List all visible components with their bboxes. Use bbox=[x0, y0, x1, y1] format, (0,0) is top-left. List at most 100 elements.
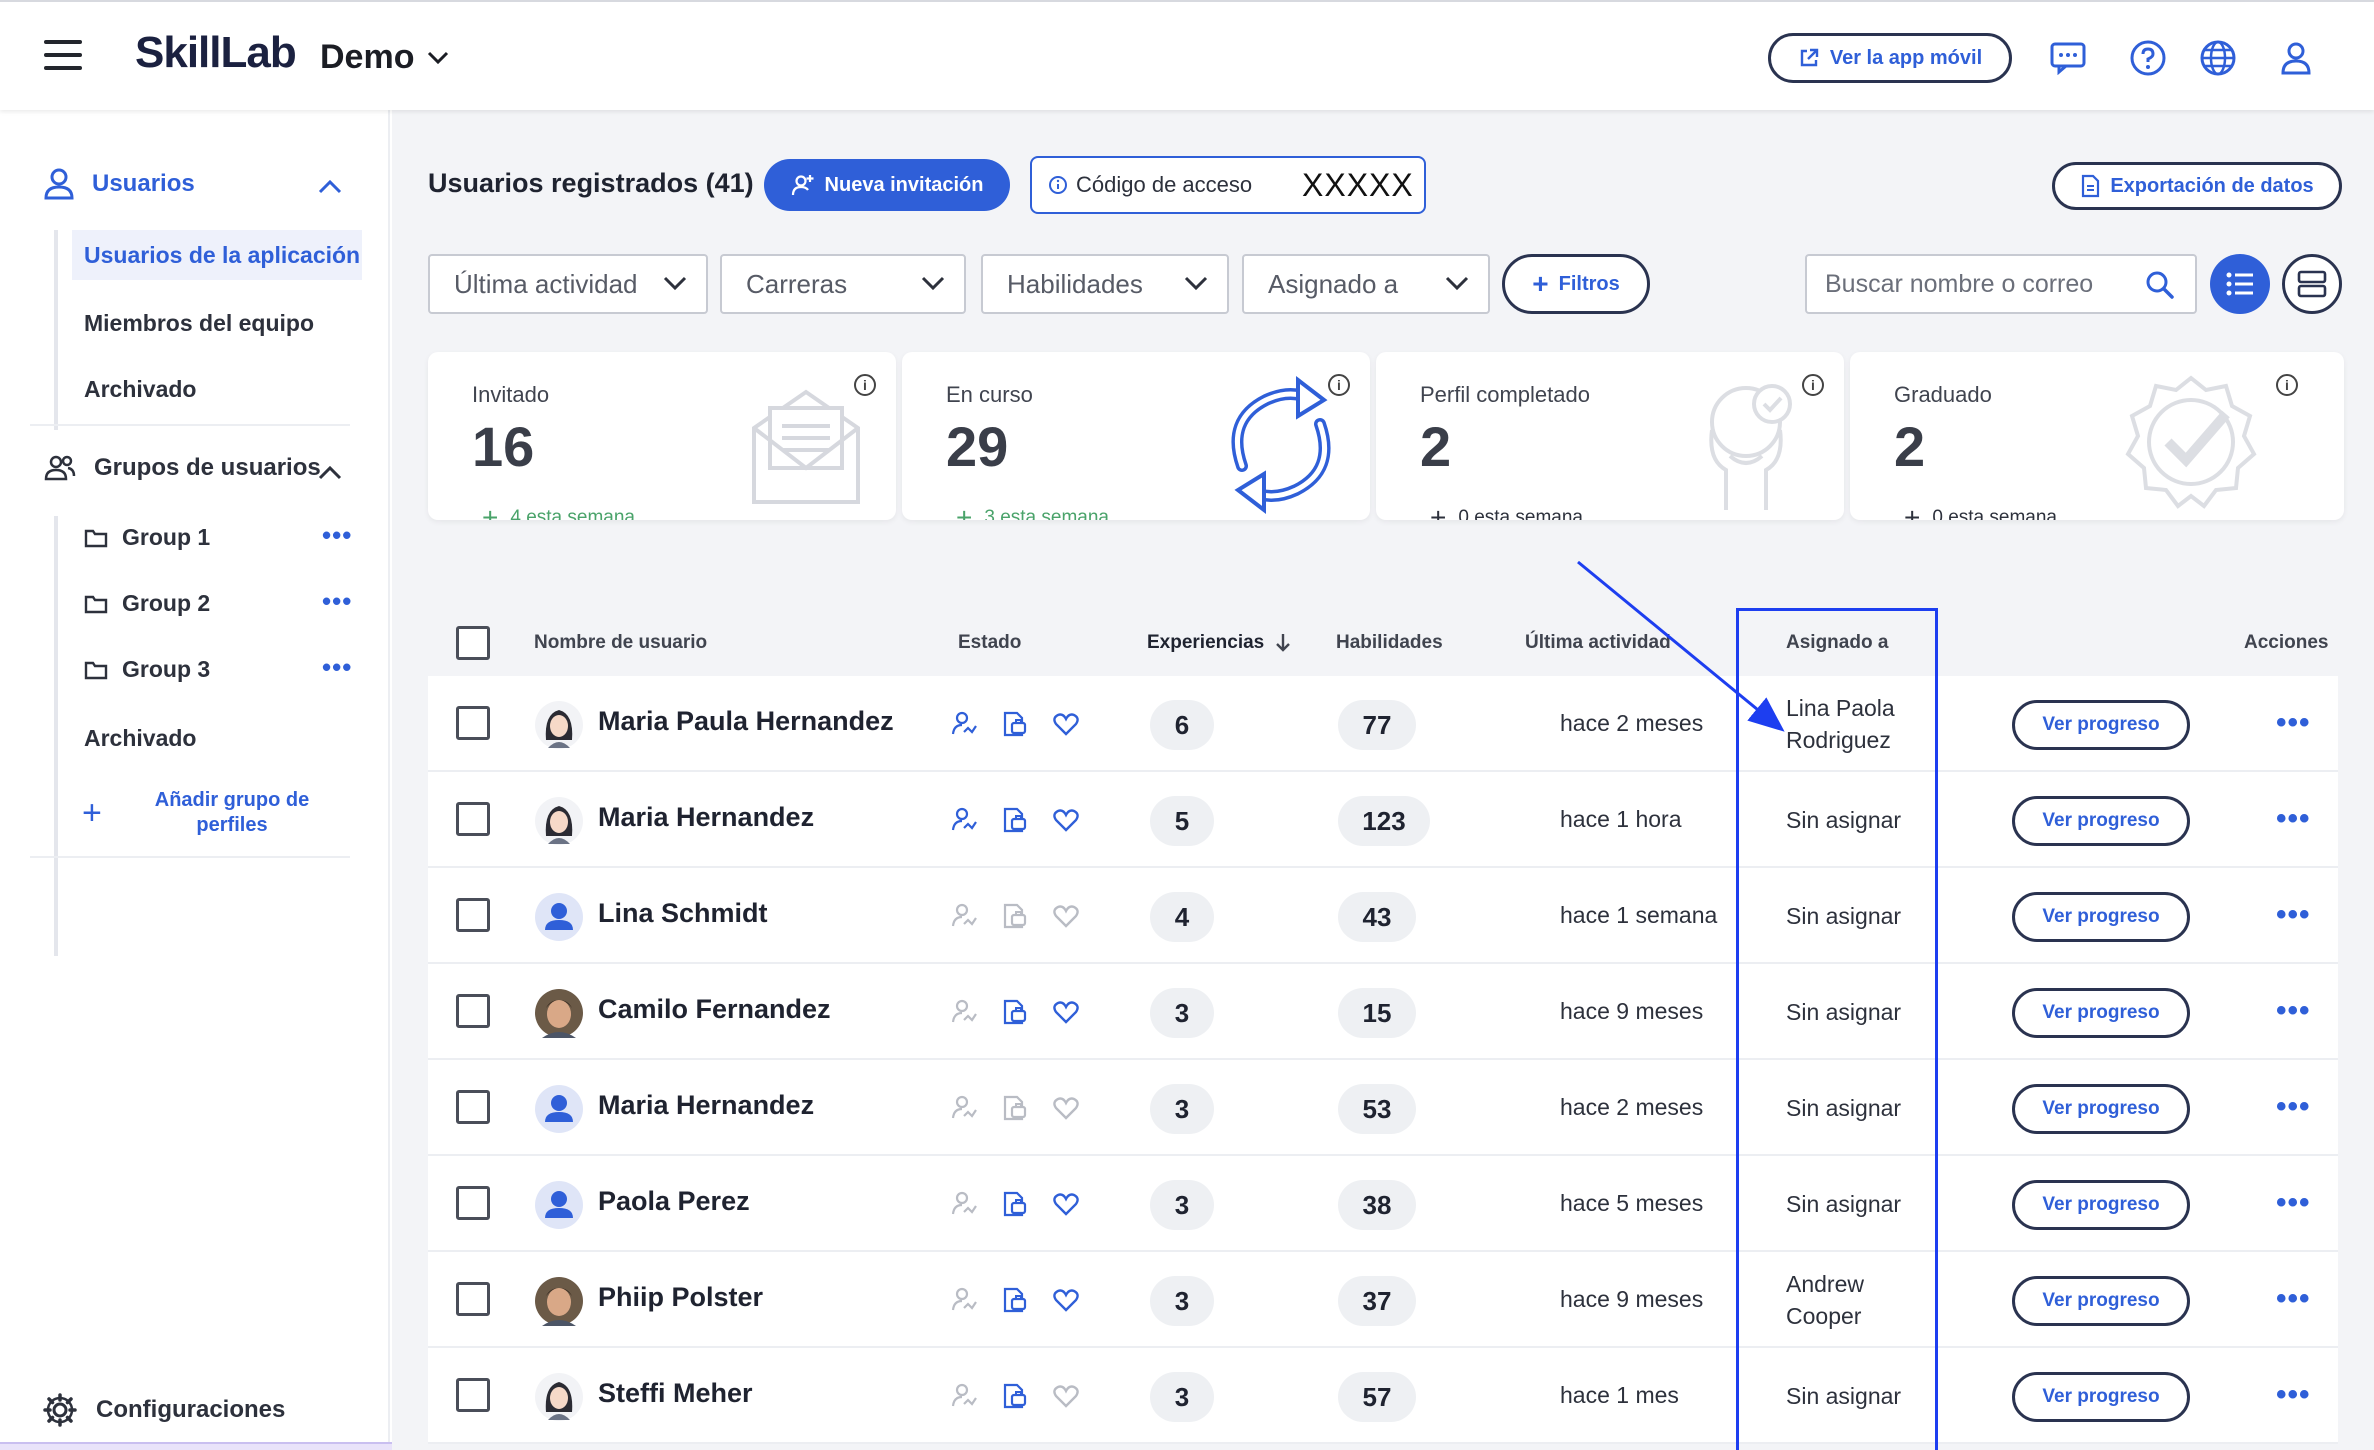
stat-card-invited[interactable]: Invitado 16 +4 esta semana i bbox=[428, 352, 896, 520]
row-more-icon[interactable]: ••• bbox=[2276, 994, 2311, 1028]
user-name[interactable]: Maria Paula Hernandez bbox=[598, 706, 894, 737]
sidebar-group-1[interactable]: Group 1 bbox=[84, 524, 210, 551]
row-more-icon[interactable]: ••• bbox=[2276, 898, 2311, 932]
view-progress-button[interactable]: Ver progreso bbox=[2012, 796, 2190, 846]
row-more-icon[interactable]: ••• bbox=[2276, 1186, 2311, 1220]
view-progress-button[interactable]: Ver progreso bbox=[2012, 1372, 2190, 1422]
row-checkbox[interactable] bbox=[456, 802, 490, 836]
globe-icon[interactable] bbox=[2198, 38, 2238, 78]
user-name[interactable]: Phiip Polster bbox=[598, 1282, 763, 1313]
org-selector[interactable]: Demo bbox=[320, 38, 450, 77]
filters-button[interactable]: + Filtros bbox=[1502, 254, 1650, 314]
table-row[interactable]: Lina Schmidt 4 43 hace 1 semana Sin asignar V… bbox=[428, 868, 2338, 964]
user-name[interactable]: Paola Perez bbox=[598, 1186, 750, 1217]
row-more-icon[interactable]: ••• bbox=[2276, 1090, 2311, 1124]
sidebar-section-groups[interactable]: Grupos de usuarios bbox=[44, 454, 321, 482]
export-data-button[interactable]: Exportación de datos bbox=[2052, 162, 2342, 210]
row-checkbox[interactable] bbox=[456, 1282, 490, 1316]
app-logo[interactable]: SkillLab bbox=[135, 28, 297, 78]
assigned-to: Lina Paola Rodriguez bbox=[1786, 692, 1895, 756]
row-checkbox[interactable] bbox=[456, 706, 490, 740]
help-icon[interactable] bbox=[2128, 38, 2168, 78]
table-row[interactable]: Paola Perez 3 38 hace 5 meses Sin asignar Ver… bbox=[428, 1156, 2338, 1252]
add-group-button[interactable]: + Añadir grupo de perfiles bbox=[82, 788, 382, 838]
chat-icon[interactable] bbox=[2048, 38, 2088, 78]
sidebar-item-team-members[interactable]: Miembros del equipo bbox=[72, 298, 314, 348]
skills-dropdown[interactable]: Habilidades bbox=[981, 254, 1229, 314]
sidebar-groups-archived[interactable]: Archivado bbox=[72, 713, 196, 763]
view-progress-button[interactable]: Ver progreso bbox=[2012, 988, 2190, 1038]
group-more-icon[interactable]: ••• bbox=[322, 654, 352, 680]
header-skills[interactable]: Habilidades bbox=[1336, 632, 1443, 654]
table-row[interactable]: Maria Hernandez 5 123 hace 1 hora Sin asigna… bbox=[428, 772, 2338, 868]
view-progress-button[interactable]: Ver progreso bbox=[2012, 1084, 2190, 1134]
new-invite-button[interactable]: Nueva invitación bbox=[764, 159, 1010, 211]
select-all-checkbox[interactable] bbox=[456, 626, 490, 660]
assigned-dropdown[interactable]: Asignado a bbox=[1242, 254, 1490, 314]
top-bar: SkillLab Demo Ver la app móvil bbox=[0, 0, 2374, 110]
profile-activity-icon bbox=[950, 710, 978, 738]
careers-dropdown[interactable]: Carreras bbox=[720, 254, 966, 314]
row-checkbox[interactable] bbox=[456, 898, 490, 932]
user-name[interactable]: Maria Hernandez bbox=[598, 1090, 814, 1121]
user-name[interactable]: Maria Hernandez bbox=[598, 802, 814, 833]
table-row[interactable]: Maria Paula Hernandez 6 77 hace 2 meses Lina… bbox=[428, 676, 2338, 772]
view-progress-button[interactable]: Ver progreso bbox=[2012, 892, 2190, 942]
search-input[interactable] bbox=[1807, 256, 2127, 312]
card-week-label: 0 esta semana bbox=[1932, 507, 2057, 520]
user-name[interactable]: Lina Schmidt bbox=[598, 898, 768, 929]
chevron-up-icon[interactable] bbox=[316, 176, 344, 196]
skills-count: 123 bbox=[1338, 796, 1430, 846]
sidebar-item-app-users[interactable]: Usuarios de la aplicación bbox=[72, 230, 362, 280]
stat-card-in-progress[interactable]: En curso 29 +3 esta semana i bbox=[902, 352, 1370, 520]
header-experiences[interactable]: Experiencias bbox=[1147, 632, 1292, 654]
chevron-up-icon[interactable] bbox=[316, 462, 344, 482]
sidebar-group-3[interactable]: Group 3 bbox=[84, 656, 210, 683]
last-activity-dropdown[interactable]: Última actividad bbox=[428, 254, 708, 314]
row-checkbox[interactable] bbox=[456, 1378, 490, 1412]
group-more-icon[interactable]: ••• bbox=[322, 522, 352, 548]
user-name[interactable]: Steffi Meher bbox=[598, 1378, 753, 1409]
table-row[interactable]: Phiip Polster 3 37 hace 9 meses Andrew Cooper… bbox=[428, 1252, 2338, 1348]
sidebar-group-2[interactable]: Group 2 bbox=[84, 590, 210, 617]
sidebar-tree-line bbox=[54, 516, 58, 956]
table-row[interactable]: Maria Hernandez 3 53 hace 2 meses Sin asigna… bbox=[428, 1060, 2338, 1156]
row-more-icon[interactable]: ••• bbox=[2276, 802, 2311, 836]
table-row[interactable]: Steffi Meher 3 57 hace 1 mes Sin asignar Ver … bbox=[428, 1348, 2338, 1444]
assigned-to: Sin asignar bbox=[1786, 1383, 1902, 1409]
table-row[interactable]: Camilo Fernandez 3 15 hace 9 meses Sin asign… bbox=[428, 964, 2338, 1060]
sidebar-section-users[interactable]: Usuarios bbox=[44, 168, 195, 200]
settings-button[interactable]: Configuraciones bbox=[42, 1392, 285, 1428]
header-last-activity[interactable]: Última actividad bbox=[1525, 632, 1671, 654]
hamburger-menu-icon[interactable] bbox=[44, 40, 82, 70]
profile-activity-icon bbox=[950, 806, 978, 834]
card-label: Invitado bbox=[472, 382, 550, 407]
card-value: 16 bbox=[472, 415, 535, 478]
access-code-box[interactable]: Código de acceso XXXXX bbox=[1030, 156, 1426, 214]
user-name[interactable]: Camilo Fernandez bbox=[598, 994, 831, 1025]
row-more-icon[interactable]: ••• bbox=[2276, 706, 2311, 740]
info-icon[interactable]: i bbox=[2276, 374, 2298, 396]
user-profile-icon[interactable] bbox=[2276, 38, 2316, 78]
list-view-button[interactable] bbox=[2210, 254, 2270, 314]
view-progress-button[interactable]: Ver progreso bbox=[2012, 1276, 2190, 1326]
card-view-button[interactable] bbox=[2282, 254, 2342, 314]
row-checkbox[interactable] bbox=[456, 994, 490, 1028]
header-name[interactable]: Nombre de usuario bbox=[534, 632, 707, 654]
group-more-icon[interactable]: ••• bbox=[322, 588, 352, 614]
experiences-count: 3 bbox=[1150, 1276, 1214, 1326]
stat-card-profile-completed[interactable]: Perfil completado 2 +0 esta semana i bbox=[1376, 352, 1844, 520]
experiences-count: 5 bbox=[1150, 796, 1214, 846]
header-assigned[interactable]: Asignado a bbox=[1786, 632, 1888, 654]
search-icon[interactable] bbox=[2145, 270, 2175, 300]
stat-card-graduated[interactable]: Graduado 2 +0 esta semana i bbox=[1850, 352, 2344, 520]
row-checkbox[interactable] bbox=[456, 1090, 490, 1124]
row-checkbox[interactable] bbox=[456, 1186, 490, 1220]
row-more-icon[interactable]: ••• bbox=[2276, 1282, 2311, 1316]
header-status[interactable]: Estado bbox=[958, 632, 1021, 654]
mobile-app-button[interactable]: Ver la app móvil bbox=[1768, 33, 2012, 83]
row-more-icon[interactable]: ••• bbox=[2276, 1378, 2311, 1412]
view-progress-button[interactable]: Ver progreso bbox=[2012, 700, 2190, 750]
sidebar-item-archived[interactable]: Archivado bbox=[72, 364, 196, 414]
view-progress-button[interactable]: Ver progreso bbox=[2012, 1180, 2190, 1230]
